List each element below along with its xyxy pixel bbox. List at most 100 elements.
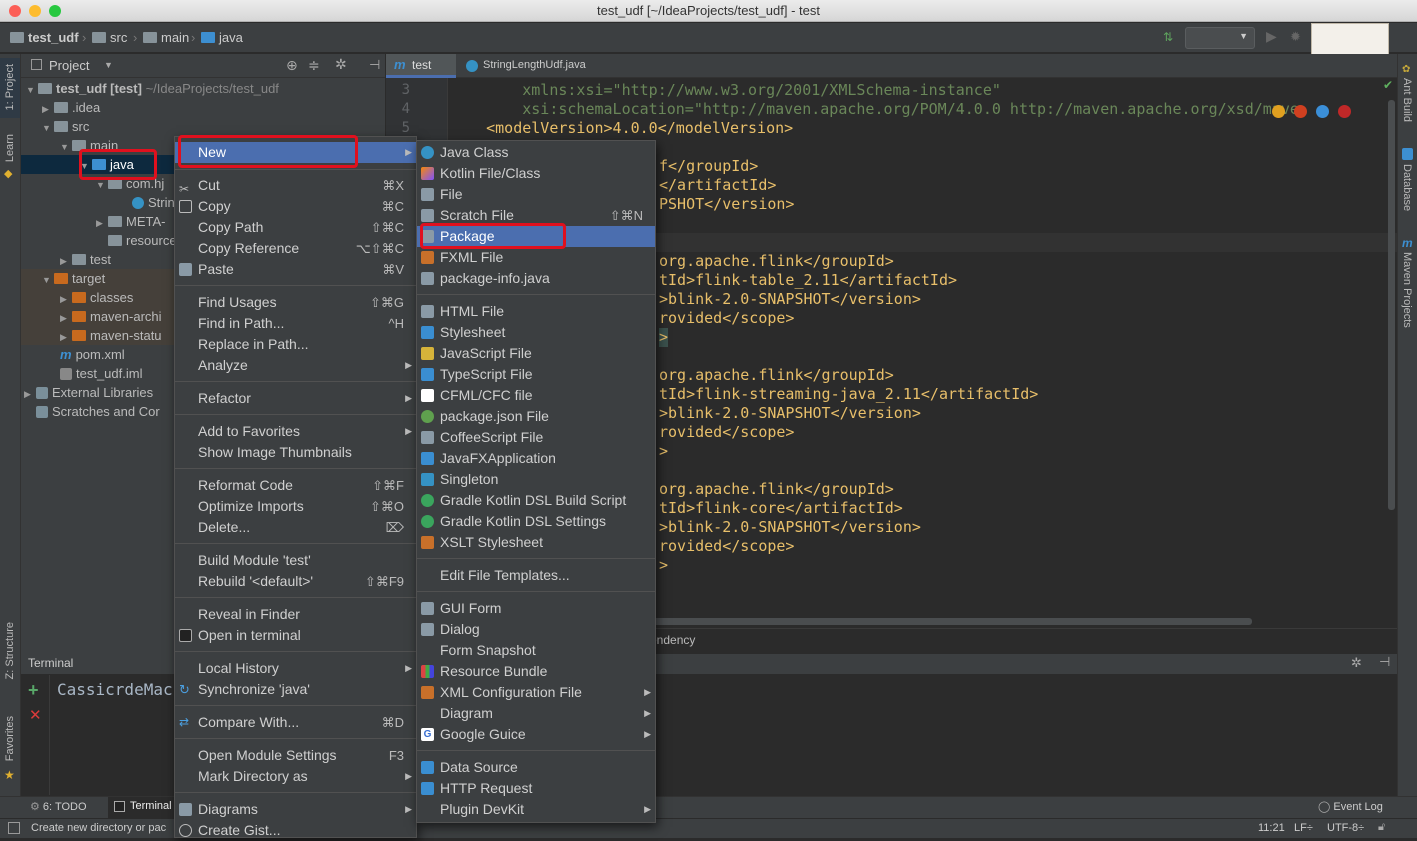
firefox-icon[interactable] bbox=[1294, 105, 1307, 118]
submenu-item-kotlin[interactable]: Kotlin File/Class bbox=[417, 163, 655, 184]
submenu-item-edit-file-templates[interactable]: Edit File Templates... bbox=[417, 565, 655, 586]
submenu-item-xml-configuration[interactable]: XML Configuration File ▶ bbox=[417, 682, 655, 703]
submenu-item-google-guice[interactable]: G Google Guice ▶ bbox=[417, 724, 655, 745]
close-window-button[interactable] bbox=[9, 5, 21, 17]
file-encoding[interactable]: UTF-8÷ bbox=[1327, 822, 1364, 834]
menu-item-delete[interactable]: Delete... ⌦ bbox=[175, 517, 416, 538]
add-terminal-icon[interactable]: + bbox=[28, 680, 39, 701]
project-tool-label[interactable]: 1: Project bbox=[4, 64, 16, 110]
menu-item-mark-directory-as[interactable]: Mark Directory as ▶ bbox=[175, 766, 416, 787]
breadcrumb-main[interactable]: main bbox=[143, 30, 189, 45]
learn-tool-label[interactable]: Learn bbox=[4, 134, 16, 162]
menu-item-cut[interactable]: ✂ Cut ⌘X bbox=[175, 175, 416, 196]
menu-item-copy-path[interactable]: Copy Path ⇧⌘C bbox=[175, 217, 416, 238]
menu-item-optimize-imports[interactable]: Optimize Imports ⇧⌘O bbox=[175, 496, 416, 517]
safari-icon[interactable] bbox=[1316, 105, 1329, 118]
submenu-item-package-info[interactable]: package-info.java bbox=[417, 268, 655, 289]
submenu-item-singleton[interactable]: Singleton bbox=[417, 469, 655, 490]
tree-node-class[interactable]: Strin bbox=[132, 193, 175, 212]
breadcrumb-project[interactable]: test_udf bbox=[10, 30, 79, 45]
tree-node-resources[interactable]: resources bbox=[96, 231, 183, 250]
tree-node-target[interactable]: ▼ target bbox=[42, 269, 105, 288]
tree-node-iml[interactable]: test_udf.iml bbox=[60, 364, 142, 383]
favorites-tool-label[interactable]: Favorites bbox=[4, 716, 16, 761]
menu-item-open-module-settings[interactable]: Open Module Settings F3 bbox=[175, 745, 416, 766]
todo-tool-tab[interactable]: ⚙ 6: TODO bbox=[30, 800, 87, 813]
tab-stringlengthudf[interactable]: StringLengthUdf.java bbox=[458, 54, 608, 78]
terminal-tool-tab[interactable]: Terminal bbox=[108, 797, 178, 818]
chevron-down-icon[interactable]: ▼ bbox=[104, 60, 113, 70]
menu-item-build-module[interactable]: Build Module 'test' bbox=[175, 550, 416, 571]
submenu-item-cfml[interactable]: CFML/CFC file bbox=[417, 385, 655, 406]
menu-item-reveal-in-finder[interactable]: Reveal in Finder bbox=[175, 604, 416, 625]
submenu-item-stylesheet[interactable]: Stylesheet bbox=[417, 322, 655, 343]
run-icon[interactable]: ▶ bbox=[1266, 28, 1277, 45]
menu-item-open-in-terminal[interactable]: Open in terminal bbox=[175, 625, 416, 646]
submenu-item-coffeescript[interactable]: CoffeeScript File bbox=[417, 427, 655, 448]
tree-node-meta-inf[interactable]: ▶ META- bbox=[96, 212, 165, 231]
submenu-item-http-request[interactable]: HTTP Request bbox=[417, 778, 655, 799]
menu-item-synchronize[interactable]: ↻ Synchronize 'java' bbox=[175, 679, 416, 700]
editor-scrollbar[interactable] bbox=[1388, 100, 1395, 510]
submenu-item-data-source[interactable]: Data Source bbox=[417, 757, 655, 778]
submenu-item-javafx[interactable]: JavaFXApplication bbox=[417, 448, 655, 469]
submenu-item-plugin-devkit[interactable]: Plugin DevKit ▶ bbox=[417, 799, 655, 820]
submenu-item-resource-bundle[interactable]: Resource Bundle bbox=[417, 661, 655, 682]
tree-node-maven-status[interactable]: ▶ maven-statu bbox=[60, 326, 162, 345]
menu-item-paste[interactable]: Paste ⌘V bbox=[175, 259, 416, 280]
submenu-item-gradle-settings[interactable]: Gradle Kotlin DSL Settings bbox=[417, 511, 655, 532]
tree-node-src[interactable]: ▼ src bbox=[42, 117, 89, 136]
collapse-icon[interactable]: ≑ bbox=[308, 57, 320, 74]
submenu-item-package-json[interactable]: package.json File bbox=[417, 406, 655, 427]
submenu-item-fxml[interactable]: FXML File bbox=[417, 247, 655, 268]
zoom-window-button[interactable] bbox=[49, 5, 61, 17]
gear-icon[interactable]: ✲ bbox=[1351, 655, 1362, 671]
layout-icon[interactable] bbox=[8, 822, 20, 834]
minimize-window-button[interactable] bbox=[29, 5, 41, 17]
tab-test[interactable]: m test bbox=[386, 54, 456, 78]
menu-item-refactor[interactable]: Refactor ▶ bbox=[175, 388, 416, 409]
menu-item-replace-in-path[interactable]: Replace in Path... bbox=[175, 334, 416, 355]
event-log-tool-tab[interactable]: ◯ Event Log bbox=[1318, 800, 1383, 813]
hide-icon[interactable]: ⊣ bbox=[1379, 654, 1390, 670]
debug-icon[interactable]: ✹ bbox=[1290, 29, 1301, 45]
submenu-item-diagram[interactable]: Diagram ▶ bbox=[417, 703, 655, 724]
editor-breadcrumb[interactable]: endency bbox=[650, 633, 695, 647]
menu-item-find-usages[interactable]: Find Usages ⇧⌘G bbox=[175, 292, 416, 313]
submenu-item-xslt[interactable]: XSLT Stylesheet bbox=[417, 532, 655, 553]
submenu-item-gradle-build-script[interactable]: Gradle Kotlin DSL Build Script bbox=[417, 490, 655, 511]
menu-item-copy-reference[interactable]: Copy Reference ⌥⇧⌘C bbox=[175, 238, 416, 259]
tree-node-test[interactable]: ▶ test bbox=[60, 250, 111, 269]
submenu-item-javascript[interactable]: JavaScript File bbox=[417, 343, 655, 364]
submenu-item-file[interactable]: File bbox=[417, 184, 655, 205]
breadcrumb-src[interactable]: src bbox=[92, 30, 127, 45]
ant-build-tool-label[interactable]: Ant Build bbox=[1401, 78, 1413, 122]
chrome-icon[interactable] bbox=[1272, 105, 1285, 118]
structure-tool-label[interactable]: Z: Structure bbox=[4, 622, 16, 679]
menu-item-analyze[interactable]: Analyze ▶ bbox=[175, 355, 416, 376]
project-panel-title[interactable]: Project bbox=[49, 58, 89, 73]
close-terminal-icon[interactable]: ✕ bbox=[29, 706, 42, 724]
line-separator[interactable]: LF÷ bbox=[1294, 822, 1313, 834]
run-config-select[interactable]: ▼ bbox=[1185, 27, 1255, 49]
database-tool-label[interactable]: Database bbox=[1401, 164, 1413, 211]
gear-icon[interactable]: ✲ bbox=[335, 56, 347, 73]
submenu-item-typescript[interactable]: TypeScript File bbox=[417, 364, 655, 385]
tree-node-maven-archiver[interactable]: ▶ maven-archi bbox=[60, 307, 162, 326]
menu-item-add-to-favorites[interactable]: Add to Favorites ▶ bbox=[175, 421, 416, 442]
maven-projects-tool-label[interactable]: Maven Projects bbox=[1401, 252, 1413, 328]
vcs-icon[interactable]: ⇅ bbox=[1163, 30, 1173, 44]
tree-node-external-libraries[interactable]: ▶ External Libraries bbox=[24, 383, 153, 402]
submenu-item-java-class[interactable]: Java Class bbox=[417, 142, 655, 163]
menu-item-diagrams[interactable]: Diagrams ▶ bbox=[175, 799, 416, 820]
lock-icon[interactable]: 🔓︎ bbox=[1378, 821, 1385, 834]
submenu-item-dialog[interactable]: Dialog bbox=[417, 619, 655, 640]
tree-node-classes[interactable]: ▶ classes bbox=[60, 288, 133, 307]
locate-icon[interactable]: ⊕ bbox=[286, 57, 298, 74]
menu-item-rebuild[interactable]: Rebuild '<default>' ⇧⌘F9 bbox=[175, 571, 416, 592]
cursor-position[interactable]: 11:21 bbox=[1258, 822, 1285, 834]
menu-item-local-history[interactable]: Local History ▶ bbox=[175, 658, 416, 679]
opera-icon[interactable] bbox=[1338, 105, 1351, 118]
tree-node-pom[interactable]: m pom.xml bbox=[60, 345, 125, 364]
menu-item-compare-with[interactable]: ⇄ Compare With... ⌘D bbox=[175, 712, 416, 733]
